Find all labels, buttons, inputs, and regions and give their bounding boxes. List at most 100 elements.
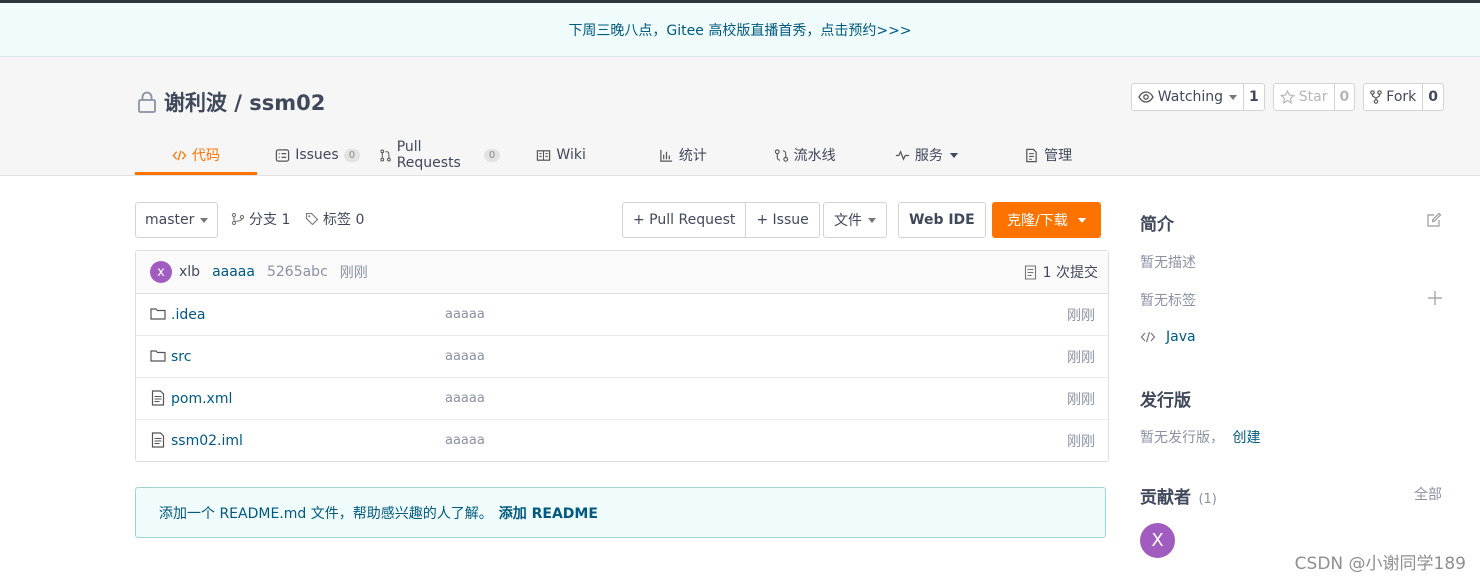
all-contributors-link[interactable]: 全部 bbox=[1414, 484, 1442, 504]
lock-icon bbox=[138, 91, 156, 113]
star-label: Star bbox=[1298, 89, 1328, 105]
chevron-down-icon bbox=[868, 217, 876, 223]
repo-header: 谢利波 / ssm02 Watching 1 Star 0 Fork 0 代码 … bbox=[0, 57, 1480, 176]
fork-button[interactable]: Fork 0 bbox=[1363, 83, 1444, 111]
issues-icon bbox=[275, 148, 290, 162]
tab-pull-requests[interactable]: Pull Requests 0 bbox=[379, 135, 501, 175]
commit-message[interactable]: aaaaa bbox=[212, 264, 255, 280]
watch-count[interactable]: 1 bbox=[1244, 84, 1264, 110]
chevron-down-icon bbox=[1077, 217, 1086, 223]
branch-name: master bbox=[145, 212, 195, 228]
tag-icon bbox=[305, 212, 319, 226]
commit-time: 刚刚 bbox=[339, 265, 368, 281]
eye-icon bbox=[1138, 91, 1154, 103]
banner-text[interactable]: 下周三晚八点，Gitee 高校版直播首秀，点击预约>>> bbox=[568, 20, 911, 40]
release-row: 暂无发行版， 创建 bbox=[1140, 427, 1260, 447]
pipeline-icon bbox=[774, 148, 788, 162]
table-row[interactable]: ssm02.iml aaaaa 刚刚 bbox=[136, 420, 1108, 461]
avatar[interactable]: x bbox=[150, 261, 172, 283]
contributors-title: 贡献者 bbox=[1140, 488, 1191, 508]
file-commit-message[interactable]: aaaaa bbox=[445, 349, 485, 364]
file-name[interactable]: src bbox=[171, 349, 191, 365]
chevron-down-icon bbox=[949, 152, 958, 158]
tags-link[interactable]: 标签 0 bbox=[305, 202, 364, 236]
file-icon bbox=[151, 432, 165, 448]
file-commit-message[interactable]: aaaaa bbox=[445, 391, 485, 406]
fork-icon bbox=[1370, 90, 1383, 104]
table-row[interactable]: src aaaaa 刚刚 bbox=[136, 336, 1108, 378]
commit-sha[interactable]: 5265abc bbox=[267, 264, 328, 280]
issues-count-badge: 0 bbox=[343, 148, 361, 162]
language-link[interactable]: Java bbox=[1166, 329, 1196, 345]
star-count[interactable]: 0 bbox=[1335, 84, 1355, 110]
tab-issues[interactable]: Issues 0 bbox=[257, 135, 379, 175]
new-pull-request-button[interactable]: + Pull Request bbox=[623, 203, 745, 237]
clone-download-button[interactable]: 克隆/下载 bbox=[992, 202, 1101, 238]
file-commit-message[interactable]: aaaaa bbox=[445, 433, 485, 448]
document-icon bbox=[1024, 264, 1036, 280]
intro-section: 简介 bbox=[1140, 210, 1442, 235]
add-readme-link[interactable]: 添加 README bbox=[499, 503, 598, 523]
avatar[interactable]: X bbox=[1140, 523, 1175, 558]
language-row: Java bbox=[1140, 329, 1196, 345]
book-icon bbox=[537, 149, 551, 161]
no-release: 暂无发行版， bbox=[1140, 430, 1224, 446]
create-group: + Pull Request + Issue bbox=[622, 202, 820, 238]
tab-pipeline[interactable]: 流水线 bbox=[744, 135, 866, 175]
tab-stats[interactable]: 统计 bbox=[622, 135, 744, 175]
web-ide-button[interactable]: Web IDE bbox=[898, 202, 986, 238]
tab-wiki[interactable]: Wiki bbox=[500, 135, 622, 175]
fork-label: Fork bbox=[1386, 89, 1417, 105]
tags-row: 暂无标签 bbox=[1140, 290, 1442, 310]
repo-tabs: 代码 Issues 0 Pull Requests 0 Wiki 统计 流水线 … bbox=[135, 135, 1109, 175]
pull-request-icon bbox=[379, 148, 391, 162]
repo-title: 谢利波 / ssm02 bbox=[136, 87, 325, 117]
code-icon bbox=[1140, 331, 1156, 343]
bar-chart-icon bbox=[660, 149, 672, 162]
repo-name[interactable]: 谢利波 / ssm02 bbox=[164, 87, 325, 117]
folder-icon bbox=[150, 308, 166, 320]
star-icon bbox=[1279, 90, 1295, 104]
settings-doc-icon bbox=[1026, 148, 1037, 162]
fork-count[interactable]: 0 bbox=[1423, 84, 1443, 110]
file-name[interactable]: pom.xml bbox=[171, 391, 232, 407]
branches-link[interactable]: 分支 1 bbox=[231, 202, 290, 236]
file-time: 刚刚 bbox=[1067, 307, 1095, 324]
watch-button[interactable]: Watching 1 bbox=[1130, 83, 1265, 111]
new-issue-button[interactable]: + Issue bbox=[745, 203, 818, 237]
tab-manage[interactable]: 管理 bbox=[987, 135, 1109, 175]
pr-count-badge: 0 bbox=[483, 148, 501, 162]
star-button[interactable]: Star 0 bbox=[1272, 83, 1356, 111]
commit-author[interactable]: xlb bbox=[179, 264, 200, 280]
watch-label: Watching bbox=[1157, 89, 1224, 105]
create-release-link[interactable]: 创建 bbox=[1232, 430, 1260, 446]
table-row[interactable]: .idea aaaaa 刚刚 bbox=[136, 294, 1108, 336]
file-name[interactable]: ssm02.iml bbox=[171, 433, 243, 449]
chevron-down-icon bbox=[1229, 94, 1238, 100]
watermark: CSDN @小谢同学189 bbox=[1294, 554, 1466, 574]
repo-actions: Watching 1 Star 0 Fork 0 bbox=[1130, 83, 1444, 111]
readme-tip: 添加一个 README.md 文件，帮助感兴趣的人了解。 添加 README bbox=[135, 487, 1106, 538]
branch-select[interactable]: master bbox=[135, 202, 219, 238]
table-row[interactable]: pom.xml aaaaa 刚刚 bbox=[136, 378, 1108, 420]
plus-icon[interactable] bbox=[1428, 291, 1442, 305]
file-commit-message[interactable]: aaaaa bbox=[445, 307, 485, 322]
file-list: x xlb aaaaa 5265abc 刚刚 1 次提交 .idea aaaaa… bbox=[135, 250, 1109, 462]
announcement-banner[interactable]: 下周三晚八点，Gitee 高校版直播首秀，点击预约>>> bbox=[0, 3, 1480, 57]
release-title: 发行版 bbox=[1140, 391, 1191, 411]
tab-services[interactable]: 服务 bbox=[866, 135, 988, 175]
latest-commit-bar: x xlb aaaaa 5265abc 刚刚 1 次提交 bbox=[136, 251, 1108, 294]
intro-title: 简介 bbox=[1140, 215, 1174, 235]
commit-count-link[interactable]: 1 次提交 bbox=[1024, 251, 1098, 293]
repo-toolbar: master 分支 1 标签 0 + Pull Request + Issue … bbox=[135, 202, 1109, 238]
tab-code[interactable]: 代码 bbox=[135, 135, 257, 175]
no-description: 暂无描述 bbox=[1140, 255, 1196, 271]
file-name[interactable]: .idea bbox=[171, 307, 205, 323]
contributors-header: 贡献者 (1) 全部 bbox=[1140, 483, 1442, 508]
file-time: 刚刚 bbox=[1067, 349, 1095, 366]
no-tags: 暂无标签 bbox=[1140, 293, 1196, 309]
file-time: 刚刚 bbox=[1067, 391, 1095, 408]
file-menu-button[interactable]: 文件 bbox=[823, 202, 887, 238]
contributors-count: (1) bbox=[1198, 492, 1217, 507]
edit-icon[interactable] bbox=[1426, 212, 1442, 228]
